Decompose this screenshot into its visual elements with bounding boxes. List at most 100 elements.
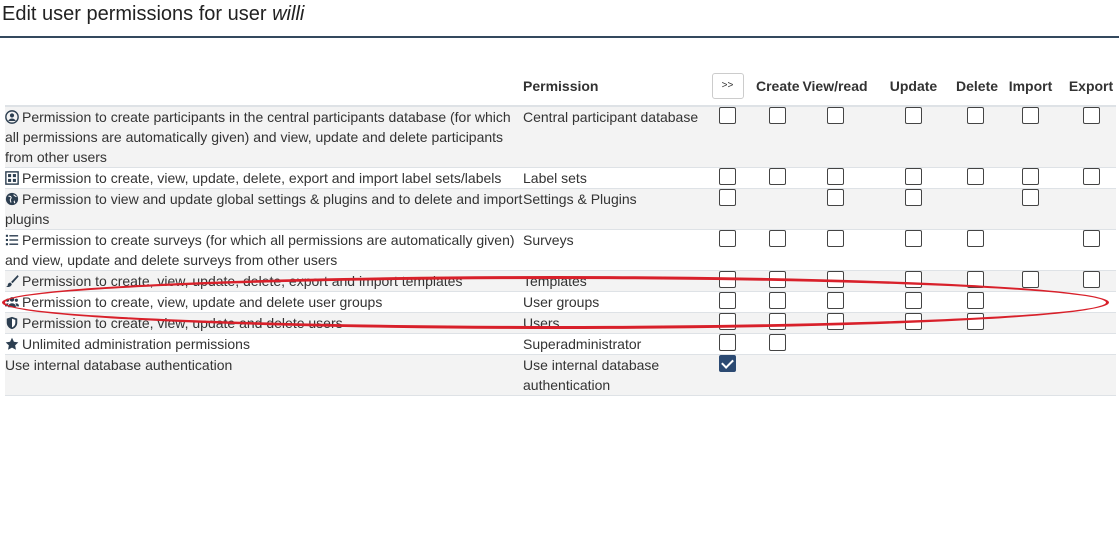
checkbox-create[interactable]	[769, 313, 786, 330]
permission-description: Permission to create, view, update, dele…	[22, 273, 463, 289]
checkbox-update[interactable]	[905, 107, 922, 124]
permission-description: Permission to create, view, update and d…	[22, 294, 383, 310]
checkbox-cell-read	[799, 313, 871, 334]
permission-description-cell: Permission to create participants in the…	[5, 106, 523, 168]
checkbox-all[interactable]	[719, 230, 736, 247]
checkbox-update[interactable]	[905, 230, 922, 247]
checkbox-cell-update	[871, 355, 956, 396]
toggle-all-button[interactable]: >>	[711, 72, 744, 99]
checkbox-import[interactable]	[1022, 271, 1039, 288]
checkbox-all[interactable]	[719, 355, 736, 372]
checkbox-create[interactable]	[769, 107, 786, 124]
checkbox-cell-create	[756, 292, 799, 313]
checkbox-export[interactable]	[1082, 230, 1100, 247]
checkbox-cell-read	[799, 334, 871, 355]
checkbox-all[interactable]	[719, 271, 736, 288]
checkbox-read[interactable]	[826, 292, 844, 309]
table-header-row: Permission >> Create View/read Update De…	[5, 66, 1116, 107]
checkbox-cell-import	[995, 230, 1066, 271]
checkbox-delete[interactable]	[967, 313, 984, 330]
checkbox-cell-read	[799, 168, 871, 189]
checkbox-cell-update	[871, 106, 956, 168]
permission-description-cell: Permission to create, view, update, dele…	[5, 168, 523, 189]
checkbox-delete[interactable]	[967, 271, 984, 288]
checkbox-all[interactable]	[719, 189, 736, 206]
checkbox-export[interactable]	[1082, 107, 1100, 124]
checkbox-create[interactable]	[769, 230, 786, 247]
permission-name: Settings & Plugins	[523, 191, 637, 207]
checkbox-cell-update	[871, 334, 956, 355]
checkbox-cell-read	[799, 189, 871, 230]
checkbox-cell-create	[756, 106, 799, 168]
checkbox-update[interactable]	[905, 189, 922, 206]
checkbox-read[interactable]	[826, 189, 844, 206]
checkbox-all[interactable]	[719, 334, 736, 351]
checkbox-export[interactable]	[1082, 271, 1100, 288]
checkbox-all[interactable]	[719, 313, 736, 330]
checkbox-cell-delete	[956, 355, 995, 396]
checkbox-update[interactable]	[905, 292, 922, 309]
checkbox-create[interactable]	[769, 334, 786, 351]
checkbox-cell-export	[1066, 334, 1116, 355]
checkbox-cell-update	[871, 292, 956, 313]
checkbox-create[interactable]	[769, 271, 786, 288]
header-toggle-all: >>	[699, 66, 756, 107]
checkbox-all[interactable]	[719, 292, 736, 309]
checkbox-cell-update	[871, 189, 956, 230]
permission-description: Permission to create, view, update and d…	[22, 315, 343, 331]
checkbox-cell-all	[699, 334, 756, 355]
checkbox-read[interactable]	[826, 271, 844, 288]
user-circle-icon	[5, 110, 19, 124]
checkbox-all[interactable]	[719, 107, 736, 124]
permission-description: Permission to create, view, update, dele…	[22, 170, 502, 186]
checkbox-all[interactable]	[719, 168, 736, 185]
checkbox-cell-delete	[956, 168, 995, 189]
checkbox-cell-import	[995, 271, 1066, 292]
permission-name: Label sets	[523, 170, 587, 186]
checkbox-cell-update	[871, 168, 956, 189]
checkbox-cell-import	[995, 292, 1066, 313]
checkbox-cell-read	[799, 271, 871, 292]
checkbox-update[interactable]	[905, 313, 922, 330]
checkbox-cell-create	[756, 334, 799, 355]
checkbox-create[interactable]	[769, 168, 786, 185]
checkbox-cell-all	[699, 313, 756, 334]
checkbox-import[interactable]	[1022, 107, 1039, 124]
checkbox-cell-all	[699, 355, 756, 396]
checkbox-cell-all	[699, 230, 756, 271]
checkbox-read[interactable]	[826, 230, 844, 247]
checkbox-cell-export	[1066, 106, 1116, 168]
checkbox-cell-all	[699, 292, 756, 313]
checkbox-delete[interactable]	[967, 230, 984, 247]
header-read: View/read	[799, 66, 871, 107]
permission-name: Users	[523, 315, 560, 331]
permission-description: Unlimited administration permissions	[22, 336, 250, 352]
users-icon	[5, 295, 19, 309]
checkbox-delete[interactable]	[967, 107, 984, 124]
checkbox-cell-create	[756, 313, 799, 334]
checkbox-create[interactable]	[769, 292, 786, 309]
globe-icon	[5, 192, 19, 206]
checkbox-update[interactable]	[905, 271, 922, 288]
permission-description-cell: Permission to create, view, update, dele…	[5, 271, 523, 292]
checkbox-cell-import	[995, 189, 1066, 230]
checkbox-delete[interactable]	[967, 168, 984, 185]
checkbox-cell-create	[756, 189, 799, 230]
permission-name: Use internal database authentication	[523, 357, 660, 393]
checkbox-read[interactable]	[826, 168, 844, 185]
checkbox-delete[interactable]	[967, 292, 984, 309]
permission-name: Surveys	[523, 232, 574, 248]
checkbox-import[interactable]	[1022, 168, 1039, 185]
permission-description: Permission to create surveys (for which …	[5, 232, 515, 268]
checkbox-update[interactable]	[905, 168, 922, 185]
checkbox-export[interactable]	[1082, 168, 1100, 185]
header-update: Update	[871, 66, 956, 107]
permission-description-cell: Unlimited administration permissions	[5, 334, 523, 355]
permission-name: Central participant database	[523, 109, 699, 125]
checkbox-read[interactable]	[826, 107, 844, 124]
permission-description-cell: Permission to create surveys (for which …	[5, 230, 523, 271]
checkbox-cell-export	[1066, 313, 1116, 334]
checkbox-import[interactable]	[1022, 189, 1039, 206]
checkbox-read[interactable]	[826, 313, 844, 330]
checkbox-cell-import	[995, 355, 1066, 396]
